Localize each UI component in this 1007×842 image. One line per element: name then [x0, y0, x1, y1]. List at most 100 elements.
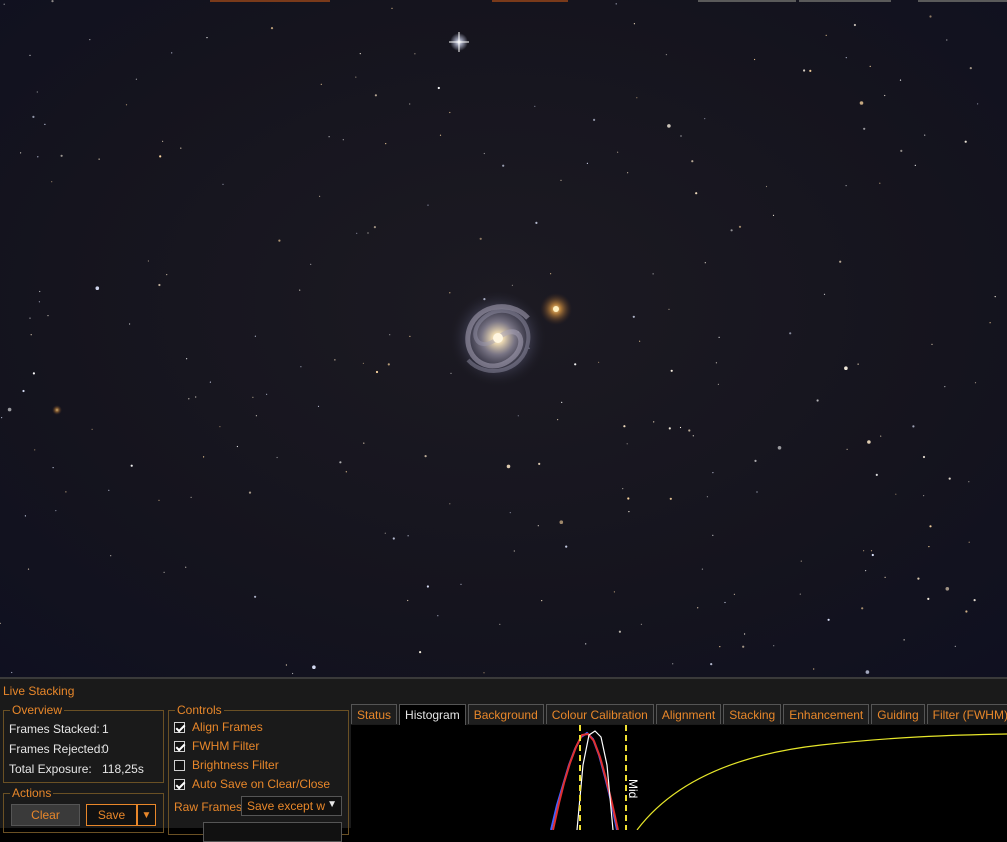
star: [499, 623, 501, 626]
star: [135, 78, 137, 80]
star: [994, 296, 996, 298]
star: [870, 550, 873, 552]
tab-background[interactable]: Background: [467, 704, 544, 724]
star: [895, 493, 897, 495]
auto-save-label: Auto Save on Clear/Close: [192, 777, 331, 791]
star: [965, 610, 968, 613]
star: [342, 139, 344, 141]
fwhm-filter-label: FWHM Filter: [192, 739, 260, 753]
star: [586, 162, 589, 164]
histogram-chart: Mid: [550, 725, 1007, 830]
star: [248, 491, 252, 494]
checkbox-box[interactable]: [174, 778, 185, 790]
star: [845, 57, 847, 59]
star: [374, 94, 377, 97]
tab-filter-fwhm[interactable]: Filter (FWHM): [926, 704, 1007, 724]
raw-frames-value: Save except w: [247, 799, 326, 813]
star: [278, 239, 281, 242]
star: [928, 546, 930, 548]
star: [51, 181, 53, 183]
star: [91, 428, 93, 430]
auto-save-checkbox[interactable]: Auto Save on Clear/Close: [174, 776, 330, 792]
star: [51, 0, 54, 3]
star: [407, 535, 409, 537]
star: [827, 618, 830, 621]
star: [875, 473, 878, 476]
star: [968, 541, 970, 543]
align-frames-checkbox[interactable]: Align Frames: [174, 719, 263, 735]
cut-off-select[interactable]: [203, 822, 342, 842]
star: [389, 334, 391, 336]
star: [704, 118, 706, 120]
tab-status[interactable]: Status: [351, 704, 398, 724]
star: [613, 591, 616, 593]
star: [712, 534, 714, 536]
raw-frames-select[interactable]: Save except w ▼: [241, 796, 342, 816]
star: [670, 369, 673, 372]
star: [871, 553, 874, 557]
brightness-filter-label: Brightness Filter: [192, 758, 279, 772]
star: [22, 389, 25, 393]
align-frames-label: Align Frames: [192, 720, 263, 734]
star: [574, 363, 577, 366]
star: [672, 663, 674, 665]
star: [710, 663, 713, 666]
star: [585, 643, 587, 645]
star: [222, 183, 224, 185]
star: [717, 383, 720, 385]
star: [977, 103, 979, 105]
star: [30, 334, 32, 336]
star: [974, 382, 977, 384]
save-button[interactable]: Save: [86, 804, 137, 826]
star: [367, 232, 369, 234]
star: [704, 262, 706, 264]
clear-button[interactable]: Clear: [11, 804, 80, 826]
tab-guiding[interactable]: Guiding: [871, 704, 925, 724]
star: [668, 427, 671, 430]
star: [171, 52, 173, 54]
star: [884, 576, 886, 578]
star: [615, 3, 617, 5]
raw-frames-label: Raw Frames: [174, 800, 243, 814]
star: [356, 232, 358, 234]
tab-histogram[interactable]: Histogram: [399, 704, 466, 725]
checkbox-box[interactable]: [174, 759, 185, 771]
star: [639, 340, 641, 342]
star: [559, 520, 564, 524]
star: [839, 260, 842, 263]
star: [285, 664, 287, 666]
stacked-image-view[interactable]: [0, 0, 1007, 677]
save-dropdown-button[interactable]: ▼: [137, 804, 156, 826]
star: [27, 568, 30, 570]
checkbox-box[interactable]: [174, 721, 185, 733]
star: [359, 53, 361, 55]
star: [95, 286, 100, 291]
star: [203, 456, 205, 458]
transfer-curve: [636, 733, 1007, 830]
star: [867, 440, 871, 444]
star: [623, 425, 626, 428]
star: [195, 396, 197, 398]
checkbox-box[interactable]: [174, 740, 185, 752]
frames-rejected-value: 0: [102, 742, 109, 756]
star: [424, 455, 427, 458]
tab-alignment[interactable]: Alignment: [655, 704, 722, 724]
star: [384, 532, 386, 534]
star: [550, 273, 552, 275]
tab-stacking[interactable]: Stacking: [723, 704, 782, 724]
star: [789, 332, 792, 335]
star: [593, 118, 596, 121]
star: [363, 442, 365, 444]
star: [206, 37, 208, 39]
tab-colour-calibration[interactable]: Colour Calibration: [545, 704, 654, 724]
star: [449, 111, 451, 114]
star: [7, 407, 12, 412]
star: [640, 623, 643, 625]
star: [37, 156, 39, 158]
brightness-filter-checkbox[interactable]: Brightness Filter: [174, 757, 279, 773]
fwhm-filter-checkbox[interactable]: FWHM Filter: [174, 738, 259, 754]
histogram-view[interactable]: Mid: [351, 725, 1007, 830]
star: [627, 172, 629, 174]
tab-enhancement[interactable]: Enhancement: [783, 704, 870, 724]
star: [964, 140, 967, 143]
